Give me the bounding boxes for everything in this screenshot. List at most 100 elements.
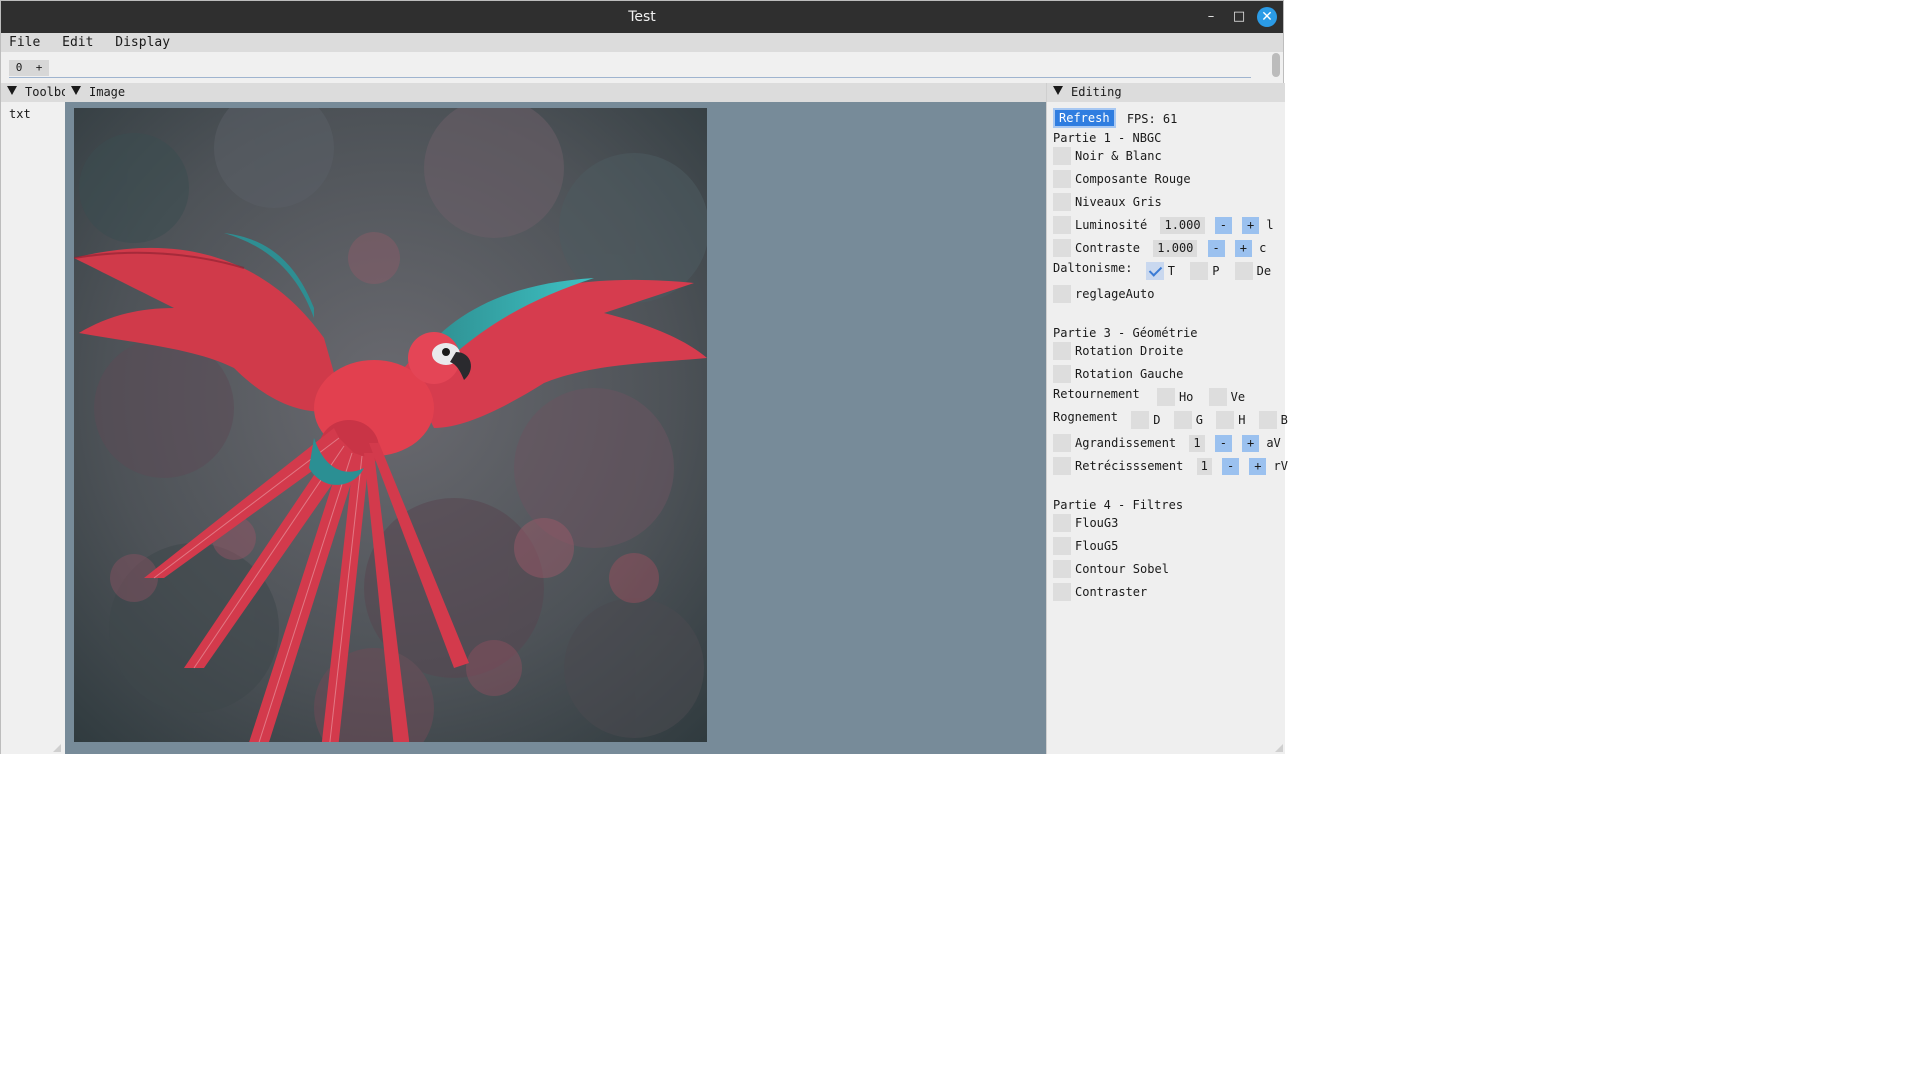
contraste-plus-button[interactable]: + [1234, 239, 1252, 257]
contour-sobel-row[interactable]: Contour Sobel [1053, 560, 1169, 580]
daltonisme-p-checkbox[interactable] [1190, 262, 1209, 280]
flou-g3-row[interactable]: FlouG3 [1053, 514, 1118, 534]
rotation-gauche-label: Rotation Gauche [1075, 367, 1184, 381]
rognement-b-checkbox[interactable] [1258, 411, 1277, 429]
resize-grip-icon[interactable] [53, 744, 61, 752]
retournement-label: Retournement [1053, 387, 1140, 401]
composante-rouge-checkbox[interactable] [1053, 170, 1071, 188]
tab-underline [9, 77, 1251, 78]
toolbox-panel: Toolbox txt [1, 83, 66, 754]
retournement-ho-checkbox[interactable] [1156, 388, 1175, 406]
parrot-image [74, 108, 707, 742]
reglage-auto-checkbox[interactable] [1053, 285, 1071, 303]
daltonisme-t-checkbox[interactable] [1145, 262, 1164, 280]
section-title-part4: Partie 4 - Filtres [1053, 498, 1184, 512]
noir-blanc-checkbox[interactable] [1053, 147, 1071, 165]
composante-rouge-row[interactable]: Composante Rouge [1053, 170, 1191, 190]
toolbox-header[interactable]: Toolbox [1, 83, 65, 102]
agrandissement-value[interactable]: 1 [1189, 434, 1205, 452]
rognement-g-checkbox[interactable] [1173, 411, 1192, 429]
flou-g5-row[interactable]: FlouG5 [1053, 537, 1118, 557]
section-title-part3: Partie 3 - Géométrie [1053, 326, 1198, 340]
retrecissement-checkbox[interactable] [1053, 457, 1071, 475]
contraster-checkbox[interactable] [1053, 583, 1071, 601]
contraster-row[interactable]: Contraster [1053, 583, 1147, 603]
niveaux-gris-label: Niveaux Gris [1075, 195, 1162, 209]
luminosite-checkbox[interactable] [1053, 216, 1071, 234]
contraste-checkbox[interactable] [1053, 239, 1071, 257]
luminosite-key: l [1266, 218, 1274, 232]
niveaux-gris-row[interactable]: Niveaux Gris [1053, 193, 1162, 213]
contraste-value[interactable]: 1.000 [1153, 239, 1198, 257]
daltonisme-de-label: De [1256, 264, 1272, 278]
daltonisme-label: Daltonisme: [1053, 261, 1133, 275]
reglage-auto-row[interactable]: reglageAuto [1053, 285, 1154, 305]
flou-g5-checkbox[interactable] [1053, 537, 1071, 555]
agrandissement-plus-button[interactable]: + [1242, 434, 1260, 452]
retrecissement-value[interactable]: 1 [1196, 457, 1212, 475]
minimize-button[interactable]: – [1201, 7, 1221, 27]
editing-header[interactable]: Editing [1047, 83, 1285, 102]
rognement-d-checkbox[interactable] [1131, 411, 1150, 429]
retrecissement-minus-button[interactable]: - [1222, 457, 1240, 475]
rotation-droite-label: Rotation Droite [1075, 344, 1184, 358]
collapse-triangle-icon[interactable] [7, 86, 17, 95]
retrecissement-label: Retrécisssement [1075, 459, 1184, 473]
retrecissement-row: Retrécisssement 1 - + rV [1053, 457, 1288, 477]
contraste-key: c [1259, 241, 1267, 255]
tab-strip: 0 + [1, 52, 1269, 81]
retournement-ve-checkbox[interactable] [1208, 388, 1227, 406]
niveaux-gris-checkbox[interactable] [1053, 193, 1071, 211]
luminosite-minus-button[interactable]: - [1214, 216, 1232, 234]
collapse-triangle-icon[interactable] [71, 86, 81, 95]
maximize-button[interactable]: □ [1229, 7, 1249, 27]
rognement-row: Rognement D G H B [1053, 410, 1288, 431]
daltonisme-row: Daltonisme: T P De [1053, 261, 1272, 282]
rotation-gauche-row[interactable]: Rotation Gauche [1053, 365, 1183, 385]
title-bar[interactable]: Test – □ ✕ [1, 1, 1283, 33]
daltonisme-de-checkbox[interactable] [1234, 262, 1253, 280]
scrollbar-thumb[interactable] [1272, 53, 1280, 77]
luminosite-label: Luminosité [1075, 218, 1148, 232]
rognement-label: Rognement [1053, 410, 1119, 424]
contour-sobel-checkbox[interactable] [1053, 560, 1071, 578]
menu-edit[interactable]: Edit [54, 33, 101, 50]
parrot-image-svg [74, 108, 707, 742]
rognement-h-checkbox[interactable] [1216, 411, 1235, 429]
close-button[interactable]: ✕ [1257, 7, 1277, 27]
luminosite-plus-button[interactable]: + [1242, 216, 1260, 234]
rognement-h-label: H [1238, 413, 1246, 427]
resize-grip-icon[interactable] [1275, 744, 1283, 752]
collapse-triangle-icon[interactable] [1053, 86, 1063, 95]
menu-bar: File Edit Display [1, 33, 1283, 52]
flou-g3-checkbox[interactable] [1053, 514, 1071, 532]
noir-blanc-label: Noir & Blanc [1075, 149, 1162, 163]
editing-title: Editing [1071, 85, 1122, 99]
noir-blanc-row[interactable]: Noir & Blanc [1053, 147, 1162, 167]
image-header[interactable]: Image [65, 83, 1046, 102]
agrandissement-label: Agrandissement [1075, 436, 1177, 450]
retournement-ve-label: Ve [1230, 390, 1246, 404]
rognement-b-label: B [1280, 413, 1288, 427]
fps-counter: FPS: 61 [1126, 111, 1178, 126]
contraste-minus-button[interactable]: - [1207, 239, 1225, 257]
agrandissement-checkbox[interactable] [1053, 434, 1071, 452]
daltonisme-t-label: T [1167, 264, 1175, 278]
rotation-gauche-checkbox[interactable] [1053, 365, 1071, 383]
menu-file[interactable]: File [1, 33, 48, 50]
composante-rouge-label: Composante Rouge [1075, 172, 1191, 186]
rognement-g-label: G [1195, 413, 1203, 427]
daltonisme-p-label: P [1212, 264, 1220, 278]
luminosite-row: Luminosité 1.000 - + l [1053, 216, 1274, 236]
retrecissement-key: rV [1273, 459, 1288, 473]
retrecissement-plus-button[interactable]: + [1249, 457, 1267, 475]
luminosite-value[interactable]: 1.000 [1160, 216, 1205, 234]
refresh-button[interactable]: Refresh [1053, 108, 1116, 128]
agrandissement-minus-button[interactable]: - [1214, 434, 1232, 452]
tab-0[interactable]: 0 [9, 60, 29, 76]
add-tab-button[interactable]: + [29, 60, 49, 76]
rotation-droite-checkbox[interactable] [1053, 342, 1071, 360]
menu-display[interactable]: Display [107, 33, 178, 50]
rotation-droite-row[interactable]: Rotation Droite [1053, 342, 1183, 362]
toolbox-title: Toolbox [25, 85, 65, 99]
